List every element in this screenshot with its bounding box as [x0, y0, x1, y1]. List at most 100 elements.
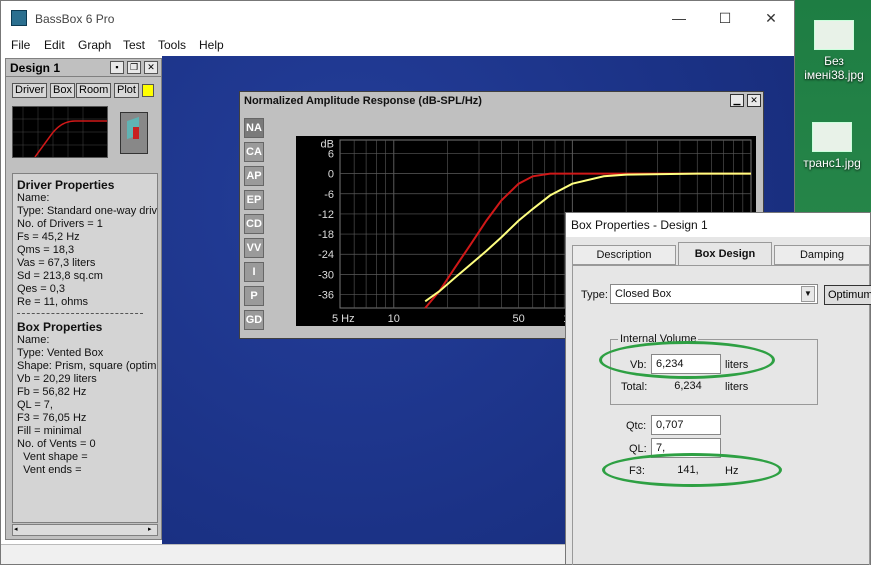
app-title: BassBox 6 Pro	[35, 12, 115, 26]
box-prop-row: No. of Vents = 0	[17, 438, 96, 450]
tab-cd[interactable]: CD	[244, 214, 264, 234]
copy-icon[interactable]: ❐	[127, 61, 141, 74]
y-tick-label: -24	[318, 249, 334, 261]
box-prop-row: Vent ends =	[17, 464, 82, 476]
y-tick-label: -36	[318, 290, 334, 302]
ql-label: QL:	[629, 443, 647, 455]
menu-test[interactable]: Test	[123, 38, 145, 52]
color-swatch[interactable]	[142, 84, 154, 97]
properties-list: Driver Properties Name: Type: Standard o…	[12, 173, 158, 523]
qtc-label: Qtc:	[626, 420, 647, 432]
x-tick-label: 50	[512, 313, 524, 325]
total-unit: liters	[725, 381, 749, 393]
box-prop-row: Name:	[17, 334, 50, 346]
tab-vv[interactable]: VV	[244, 238, 264, 258]
tab-ca[interactable]: CA	[244, 142, 264, 162]
driver-prop-row: No. of Drivers = 1	[17, 218, 103, 230]
menu-edit[interactable]: Edit	[44, 38, 65, 52]
qtc-input[interactable]: 0,707	[651, 415, 721, 435]
minimize-icon[interactable]: ▁	[730, 94, 744, 107]
tab-plot[interactable]: Plot	[114, 83, 139, 98]
dialog-title: Box Properties - Design 1	[571, 218, 708, 232]
scroll-right-icon[interactable]: ▸	[148, 526, 156, 534]
graph-window-title: Normalized Amplitude Response (dB-SPL/Hz…	[244, 95, 482, 107]
tab-description[interactable]: Description	[572, 245, 676, 265]
image-file-icon	[812, 122, 852, 152]
design-panel-title: Design 1	[10, 61, 61, 75]
maximize-button[interactable]: ☐	[702, 1, 748, 35]
desktop-icon-image-1[interactable]: Без імені38.jpg	[799, 20, 869, 82]
box-properties-dialog: Box Properties - Design 1 Description Bo…	[565, 212, 871, 565]
optimum-button[interactable]: Optimum	[824, 285, 871, 305]
chevron-down-icon: ▼	[801, 286, 815, 302]
menu-bar: File Edit Graph Test Tools Help	[1, 35, 794, 55]
box-prop-row: F3 = 76,05 Hz	[17, 412, 87, 424]
driver-prop-row: Qes = 0,3	[17, 283, 66, 295]
driver-prop-row: Name:	[17, 192, 50, 204]
driver-prop-row: Fs = 45,2 Hz	[17, 231, 80, 243]
horizontal-scrollbar[interactable]: ◂ ▸	[12, 524, 158, 536]
tab-i[interactable]: I	[244, 262, 264, 282]
menu-graph[interactable]: Graph	[78, 38, 111, 52]
driver-prop-row: Type: Standard one-way driver	[17, 205, 158, 217]
box-type-select[interactable]: Closed Box ▼	[610, 284, 818, 304]
image-file-icon	[814, 20, 854, 50]
box-prop-row: Vent shape =	[17, 451, 88, 463]
box-prop-row: Type: Vented Box	[17, 347, 104, 359]
y-tick-label: 6	[328, 148, 334, 160]
driver-prop-row: Vas = 67,3 liters	[17, 257, 96, 269]
save-icon[interactable]: ▪	[110, 61, 124, 74]
design-panel-titlebar[interactable]: Design 1 ▪ ❐ ✕	[6, 59, 161, 77]
y-tick-label: -6	[324, 189, 334, 201]
scroll-left-icon[interactable]: ◂	[14, 526, 22, 534]
menu-help[interactable]: Help	[199, 38, 224, 52]
driver-prop-row: Re = 11, ohms	[17, 296, 89, 308]
x-unit-label: 5 Hz	[332, 313, 355, 325]
box-prop-row: QL = 7,	[17, 399, 53, 411]
tab-ap[interactable]: AP	[244, 166, 264, 186]
divider	[17, 313, 143, 314]
tab-gd[interactable]: GD	[244, 310, 264, 330]
y-tick-label: -18	[318, 229, 334, 241]
y-tick-label: 0	[328, 169, 334, 181]
close-button[interactable]: ✕	[748, 1, 794, 35]
box-prop-row: Fb = 56,82 Hz	[17, 386, 87, 398]
x-tick-label: 10	[388, 313, 400, 325]
tab-page	[572, 265, 870, 565]
menu-file[interactable]: File	[11, 38, 30, 52]
close-icon[interactable]: ✕	[747, 94, 761, 107]
tab-box-design[interactable]: Box Design	[678, 242, 772, 266]
thumbnail-response-plot[interactable]	[12, 106, 108, 158]
minimize-button[interactable]: —	[656, 1, 702, 35]
app-titlebar[interactable]: BassBox 6 Pro — ☐ ✕	[1, 1, 794, 35]
tab-box[interactable]: Box	[50, 83, 75, 98]
box-properties-heading: Box Properties	[17, 320, 103, 334]
design-panel: Design 1 ▪ ❐ ✕ Driver Box Room Plot Driv…	[5, 58, 162, 540]
y-tick-label: -12	[318, 209, 334, 221]
box-thumbnail-icon[interactable]	[120, 112, 148, 154]
box-prop-row: Fill = minimal	[17, 425, 82, 437]
thumbnail-plot-svg	[13, 107, 107, 158]
close-icon[interactable]: ✕	[144, 61, 158, 74]
driver-properties-heading: Driver Properties	[17, 178, 115, 192]
tab-damping[interactable]: Damping	[774, 245, 870, 265]
desktop-icon-label: транс1.jpg	[803, 156, 861, 170]
vb-highlight-oval	[599, 341, 775, 379]
type-label: Type:	[581, 289, 608, 301]
tab-ep[interactable]: EP	[244, 190, 264, 210]
tab-room[interactable]: Room	[76, 83, 112, 98]
desktop-icon-image-2[interactable]: транс1.jpg	[797, 122, 867, 170]
tab-na[interactable]: NA	[244, 118, 264, 138]
f3-highlight-oval	[602, 453, 782, 487]
driver-prop-row: Qms = 18,3	[17, 244, 75, 256]
menu-tools[interactable]: Tools	[158, 38, 186, 52]
box-type-value: Closed Box	[615, 288, 672, 300]
bassbox-logo-icon	[11, 10, 27, 26]
dialog-titlebar[interactable]: Box Properties - Design 1	[566, 213, 870, 237]
y-tick-label: -30	[318, 269, 334, 281]
tab-p[interactable]: P	[244, 286, 264, 306]
box-prop-row: Vb = 20,29 liters	[17, 373, 97, 385]
tab-driver[interactable]: Driver	[12, 83, 48, 98]
total-label: Total:	[621, 381, 648, 393]
box-prop-row: Shape: Prism, square (optimum)	[17, 360, 157, 372]
